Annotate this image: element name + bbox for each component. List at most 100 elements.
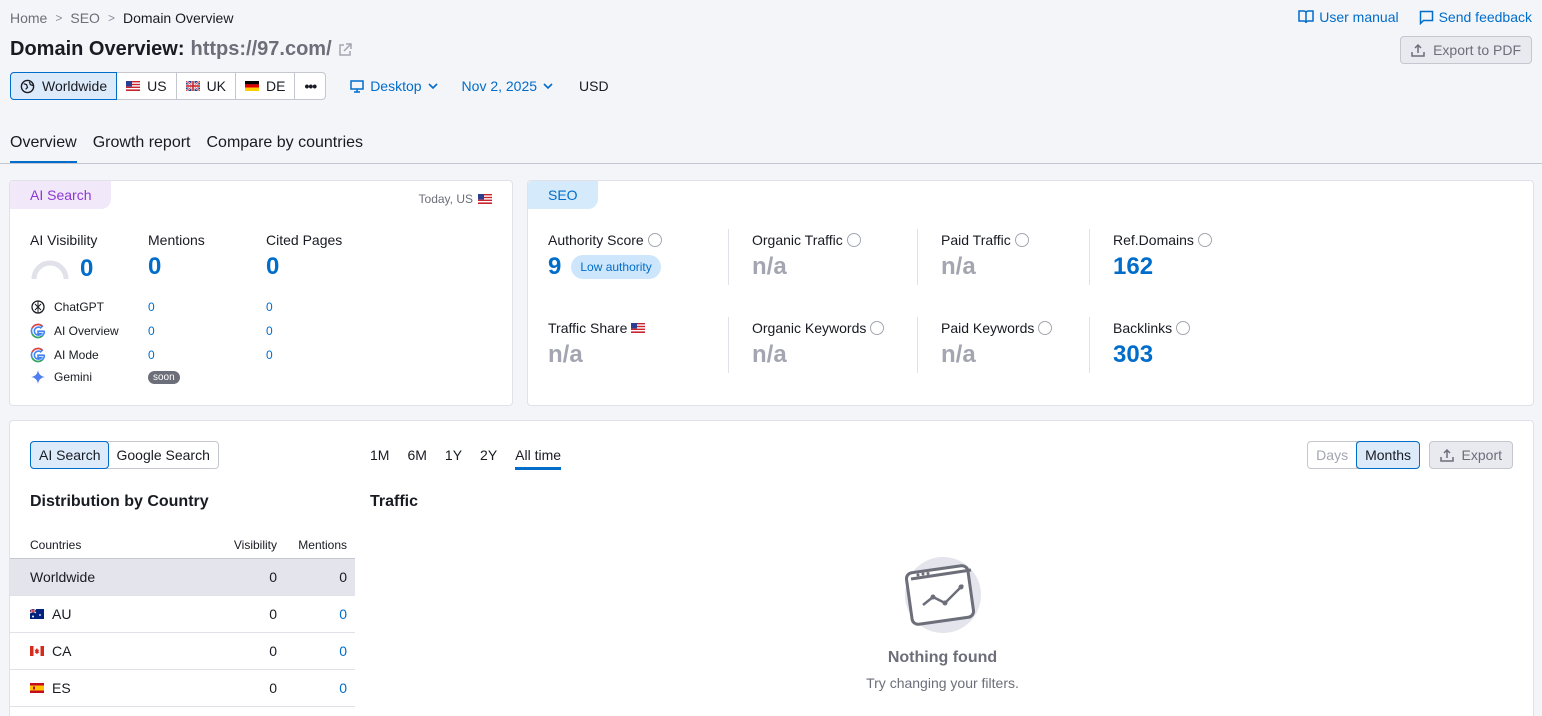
breadcrumb-seo[interactable]: SEO <box>70 10 100 26</box>
divider <box>1089 229 1090 285</box>
db-uk-button[interactable]: UK <box>177 73 237 99</box>
ai-visibility-value[interactable]: 0 <box>80 255 93 283</box>
more-databases-button[interactable]: ••• <box>295 73 325 99</box>
cited-pages-value[interactable]: 0 <box>266 253 279 281</box>
db-worldwide-button[interactable]: Worldwide <box>10 72 118 100</box>
upload-icon <box>1439 448 1454 462</box>
table-row[interactable]: CA 0 0 <box>10 633 355 670</box>
authority-score-metric: 9 Low authority <box>548 253 661 281</box>
chevron-down-icon <box>543 82 553 89</box>
country-name: Worldwide <box>30 569 96 585</box>
authority-score-value[interactable]: 9 <box>548 253 561 281</box>
info-icon[interactable] <box>1038 321 1053 335</box>
page-tabs: Overview Growth report Compare by countr… <box>10 134 363 164</box>
header-visibility[interactable]: Visibility <box>207 538 277 552</box>
divider <box>917 317 918 373</box>
export-pdf-button[interactable]: Export to PDF <box>1400 36 1532 64</box>
ai-row-name: AI Mode <box>54 348 99 362</box>
ai-visibility-label: AI Visibility <box>30 232 98 248</box>
ai-overview-mentions[interactable]: 0 <box>148 324 155 338</box>
currency-label: USD <box>579 78 609 94</box>
divider <box>728 229 729 285</box>
ai-search-card: AI Search Today, US AI Visibility 0 Ment… <box>9 180 513 406</box>
info-icon[interactable] <box>846 233 861 247</box>
export-button[interactable]: Export <box>1428 441 1513 469</box>
range-6m[interactable]: 6M <box>407 447 426 470</box>
range-1y[interactable]: 1Y <box>445 447 462 470</box>
table-row[interactable]: ES 0 0 <box>10 670 355 707</box>
device-dropdown[interactable]: Desktop <box>350 78 438 94</box>
table-row[interactable]: Worldwide 0 0 <box>10 559 355 596</box>
chevron-right-icon: > <box>55 11 63 25</box>
visibility-cell: 0 <box>269 680 277 696</box>
traffic-title: Traffic <box>370 493 419 510</box>
ref-domains-value[interactable]: 162 <box>1113 253 1153 281</box>
info-icon[interactable] <box>647 233 662 247</box>
mentions-cell[interactable]: 0 <box>277 680 347 696</box>
breadcrumb-home[interactable]: Home <box>10 10 47 26</box>
mentions-cell[interactable]: 0 <box>277 606 347 622</box>
info-icon[interactable] <box>1176 321 1191 335</box>
chatgpt-cited[interactable]: 0 <box>266 300 273 314</box>
paid-traffic-label: Paid Traffic <box>941 232 1029 248</box>
ai-row-gemini: Gemini <box>30 369 92 385</box>
ai-search-toggle[interactable]: AI Search <box>30 441 110 469</box>
db-us-label: US <box>147 78 167 94</box>
table-row[interactable]: AU 0 0 <box>10 596 355 633</box>
user-manual-link[interactable]: User manual <box>1298 9 1399 25</box>
ai-mode-cited[interactable]: 0 <box>266 348 273 362</box>
page-title-prefix: Domain Overview: <box>10 38 185 60</box>
ai-mode-mentions[interactable]: 0 <box>148 348 155 362</box>
db-us-button[interactable]: US <box>117 73 177 99</box>
months-toggle[interactable]: Months <box>1356 441 1420 469</box>
export-pdf-label: Export to PDF <box>1433 42 1521 58</box>
ai-row-name: ChatGPT <box>54 300 105 314</box>
country-name: AU <box>52 606 72 622</box>
visibility-gauge <box>31 260 69 280</box>
header-countries[interactable]: Countries <box>30 538 207 552</box>
chatgpt-mentions[interactable]: 0 <box>148 300 155 314</box>
header-mentions[interactable]: Mentions <box>277 538 347 552</box>
range-1m[interactable]: 1M <box>370 447 389 470</box>
top-links: User manual Send feedback <box>1298 9 1532 25</box>
time-range-selector: 1M 6M 1Y 2Y All time <box>370 447 562 470</box>
range-2y[interactable]: 2Y <box>480 447 497 470</box>
date-dropdown[interactable]: Nov 2, 2025 <box>462 78 554 94</box>
days-toggle[interactable]: Days <box>1308 442 1358 468</box>
ai-search-badge: AI Search <box>10 181 112 209</box>
table-header: Countries Visibility Mentions <box>10 531 355 559</box>
send-feedback-label: Send feedback <box>1438 9 1532 25</box>
info-icon[interactable] <box>870 321 885 335</box>
au-flag-icon <box>30 609 44 619</box>
send-feedback-link[interactable]: Send feedback <box>1419 9 1532 25</box>
info-icon[interactable] <box>1014 233 1029 247</box>
db-uk-label: UK <box>206 78 227 94</box>
tab-overview[interactable]: Overview <box>10 134 77 164</box>
db-de-button[interactable]: DE <box>236 73 296 99</box>
range-all-time[interactable]: All time <box>515 447 562 470</box>
backlinks-value[interactable]: 303 <box>1113 341 1153 369</box>
low-authority-badge: Low authority <box>571 255 661 279</box>
domain-url-link[interactable]: https://97.com/ <box>191 38 332 61</box>
mentions-cell[interactable]: 0 <box>277 643 347 659</box>
empty-state-illustration <box>903 555 983 638</box>
authority-score-label-text: Authority Score <box>548 232 644 248</box>
ai-row-name: AI Overview <box>54 324 119 338</box>
visibility-cell: 0 <box>269 643 277 659</box>
date-label: Nov 2, 2025 <box>461 78 538 94</box>
gemini-soon-badge: soon <box>148 371 180 384</box>
gemini-icon <box>31 370 45 384</box>
database-selector: Worldwide US UK DE ••• <box>10 72 327 100</box>
mentions-value[interactable]: 0 <box>148 253 161 281</box>
info-icon[interactable] <box>1197 233 1212 247</box>
comment-icon <box>1419 10 1433 25</box>
external-link-icon[interactable] <box>338 42 352 57</box>
ai-overview-cited[interactable]: 0 <box>266 324 273 338</box>
google-search-toggle[interactable]: Google Search <box>108 442 217 468</box>
tab-growth-report[interactable]: Growth report <box>93 134 191 164</box>
divider <box>728 317 729 373</box>
ai-row-ai-mode: AI Mode <box>30 347 99 363</box>
tab-compare-by-countries[interactable]: Compare by countries <box>207 134 364 164</box>
mentions-cell: 0 <box>339 569 347 585</box>
book-icon <box>1298 10 1314 24</box>
